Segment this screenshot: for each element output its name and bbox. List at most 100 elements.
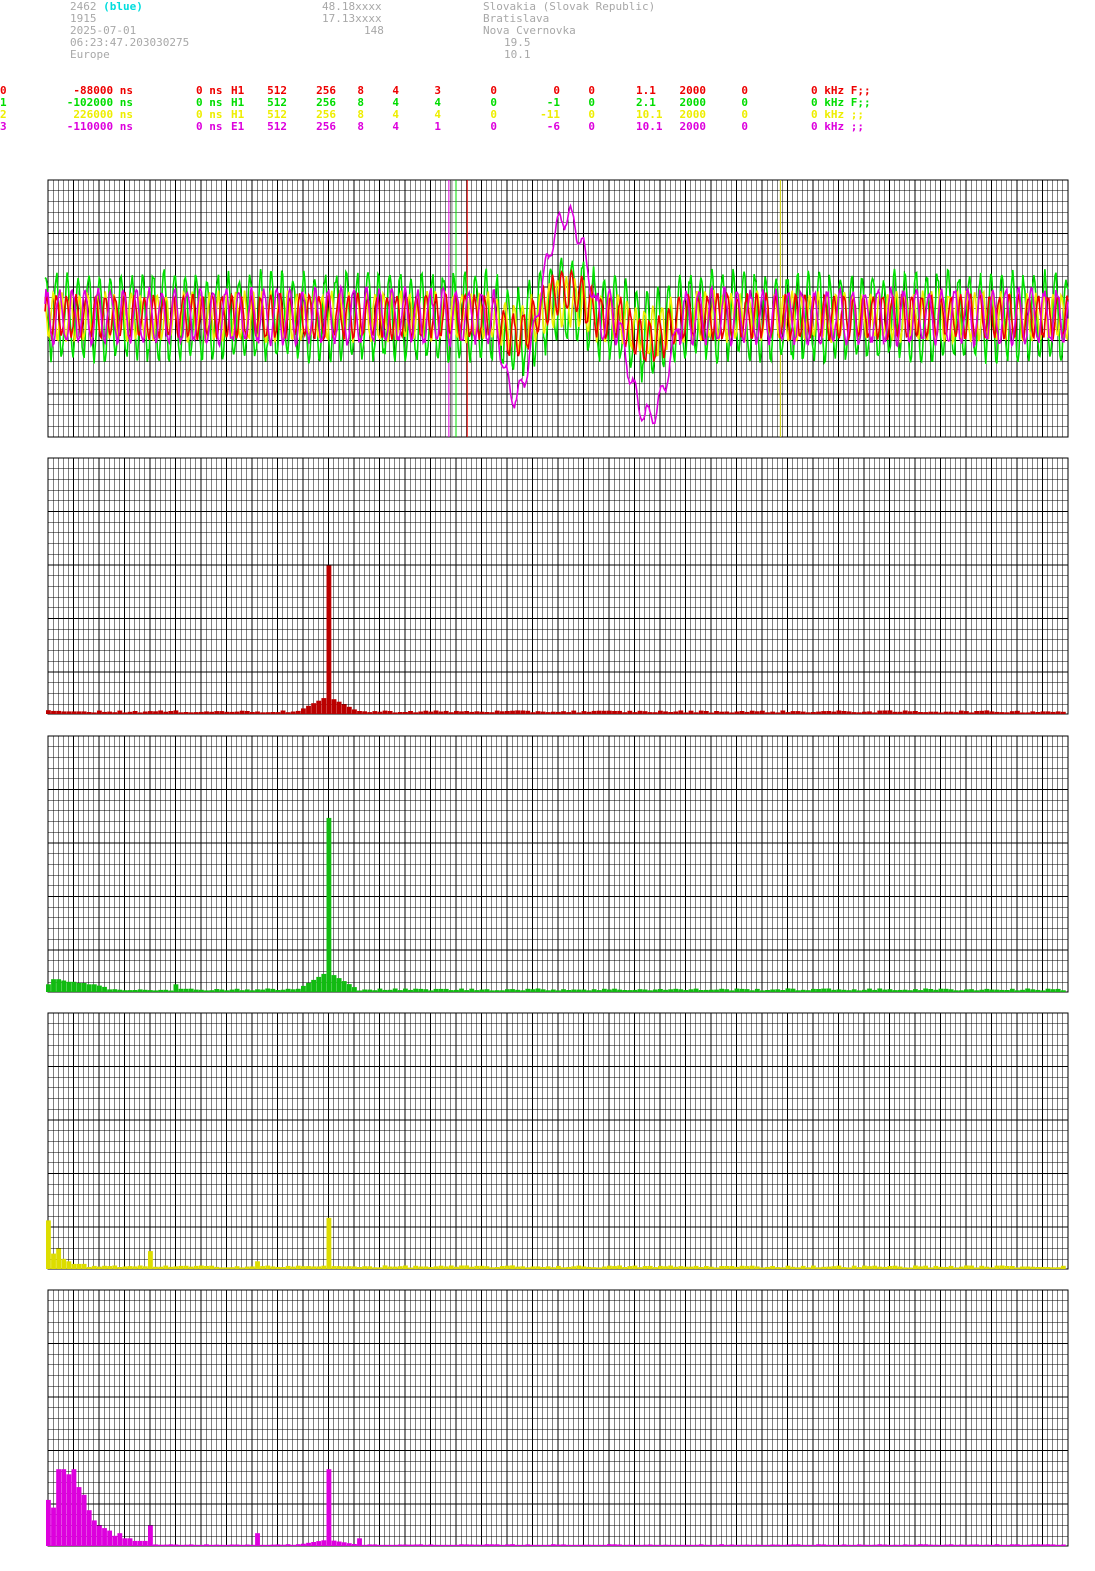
spectrum-bar: [71, 1469, 77, 1546]
spectrum-bar: [275, 712, 281, 714]
spectrum-bar: [46, 984, 51, 992]
spectrum-bar: [958, 1544, 964, 1546]
spectrum-bar: [754, 711, 760, 714]
spectrum-bar: [102, 1265, 107, 1269]
spectrum-bar: [862, 989, 867, 992]
spectrum-bar: [1015, 1544, 1020, 1546]
spectrum-bar: [1015, 990, 1020, 992]
spectrum-bar: [658, 989, 663, 992]
spectrum-bar: [428, 990, 434, 992]
spectrum-bar: [846, 1267, 852, 1269]
spectrum-bar: [607, 1544, 612, 1546]
spectrum-bar: [862, 711, 867, 714]
spectrum-bar: [612, 988, 617, 992]
spectrum-bar: [1009, 1266, 1015, 1269]
spectrum-bar: [1045, 1544, 1051, 1546]
spectrum-bar: [311, 1542, 317, 1546]
spectrum-bar: [341, 1542, 347, 1546]
spectrum-bar: [964, 711, 969, 714]
spectrum-bar: [367, 712, 373, 714]
spectrum-bar: [321, 1265, 327, 1269]
spectrum-bar: [132, 990, 138, 992]
spectrum-bar: [795, 990, 801, 992]
spectrum-bar: [1050, 989, 1056, 992]
spectrum-bar: [841, 711, 847, 714]
spectrum-bar: [387, 989, 393, 992]
spectrum-bar: [168, 711, 174, 714]
spectrum-bar: [331, 699, 337, 714]
spectrum-bar: [811, 988, 816, 992]
spectrum-bar: [489, 1267, 495, 1269]
spectrum-bar: [846, 711, 852, 714]
spectrum-bar: [331, 1266, 337, 1269]
spectrum-bar: [805, 1267, 811, 1269]
spectrum-bar: [760, 990, 765, 992]
spectrum-bar: [617, 989, 623, 992]
spectrum-bar: [652, 1544, 658, 1546]
spectrum-bar: [831, 1266, 837, 1269]
spectrum-bar: [341, 704, 347, 714]
spectrum-bar: [97, 710, 102, 714]
spectrum-bar: [56, 1469, 62, 1546]
spectrum-bar: [1030, 989, 1036, 992]
spectrum-bar: [459, 1544, 464, 1546]
spectrum-bar: [979, 1544, 985, 1546]
spectrum-bar: [933, 711, 939, 714]
spectrum-bar: [754, 1544, 760, 1546]
spectrum-bar: [913, 711, 918, 714]
spectrum-bar: [484, 1544, 490, 1546]
spectrum-bar: [683, 1266, 689, 1269]
spectrum-bar: [66, 711, 72, 714]
spectrum-bar: [887, 1544, 893, 1546]
spectrum-bar: [1055, 1544, 1061, 1546]
spectrum-bar: [234, 1266, 240, 1269]
spectrum-bar: [535, 988, 541, 992]
spectrum-bar: [933, 1265, 939, 1269]
spectrum-bar: [907, 990, 913, 992]
spectrum-bar: [964, 989, 969, 992]
spectrum-bar: [535, 711, 541, 714]
spectrum-bar: [433, 1544, 439, 1546]
spectrum-bar: [841, 989, 847, 992]
spectrum-bar: [346, 1266, 352, 1269]
spectrum-bar: [290, 1266, 296, 1269]
spectrum-bar: [158, 989, 164, 992]
spectrum-bar: [51, 710, 56, 714]
spectrum-bar: [515, 1544, 521, 1546]
spectrum-bar: [790, 988, 796, 992]
spectrum-bar: [1020, 1544, 1025, 1546]
spectrum-bar: [550, 989, 556, 992]
spectrum-bar: [765, 1544, 770, 1546]
spectrum-bar: [275, 990, 281, 992]
spectrum-bar: [199, 1544, 204, 1546]
spectrum-bar: [632, 1265, 638, 1269]
spectrum-bar: [979, 710, 985, 714]
spectrum-bar: [214, 1544, 220, 1546]
spectrum-bar: [673, 988, 679, 992]
spectrum-bar: [469, 1544, 475, 1546]
spectrum-bar: [188, 712, 194, 714]
spectrum-bar: [673, 1544, 679, 1546]
spectrum-bar: [622, 1267, 628, 1269]
spectrum-bar: [469, 1266, 475, 1269]
spectrum-bar: [897, 1544, 903, 1546]
spectrum-bar: [168, 1544, 174, 1546]
spectrum-bar: [994, 1544, 1000, 1546]
spectrum-bar: [688, 1544, 694, 1546]
spectrum-bar: [627, 1266, 633, 1269]
spectrum-bar: [433, 710, 439, 714]
spectrum-bar: [601, 988, 607, 992]
grid-panel-1: [47, 457, 1069, 715]
spectrum-bar: [760, 1267, 765, 1269]
spectrum-bar: [953, 990, 959, 992]
spectrum-bar: [632, 712, 638, 714]
spectrum-bar: [642, 989, 648, 992]
spectrum-bar: [525, 1267, 531, 1269]
spectrum-bar: [336, 701, 342, 714]
spectrum-bar: [647, 990, 653, 992]
spectrum-bar: [352, 709, 357, 714]
spectrum-bar: [275, 1544, 281, 1546]
spectrum-bar: [836, 1544, 842, 1546]
spectrum-bar: [250, 990, 255, 992]
spectrum-bar: [953, 712, 959, 714]
